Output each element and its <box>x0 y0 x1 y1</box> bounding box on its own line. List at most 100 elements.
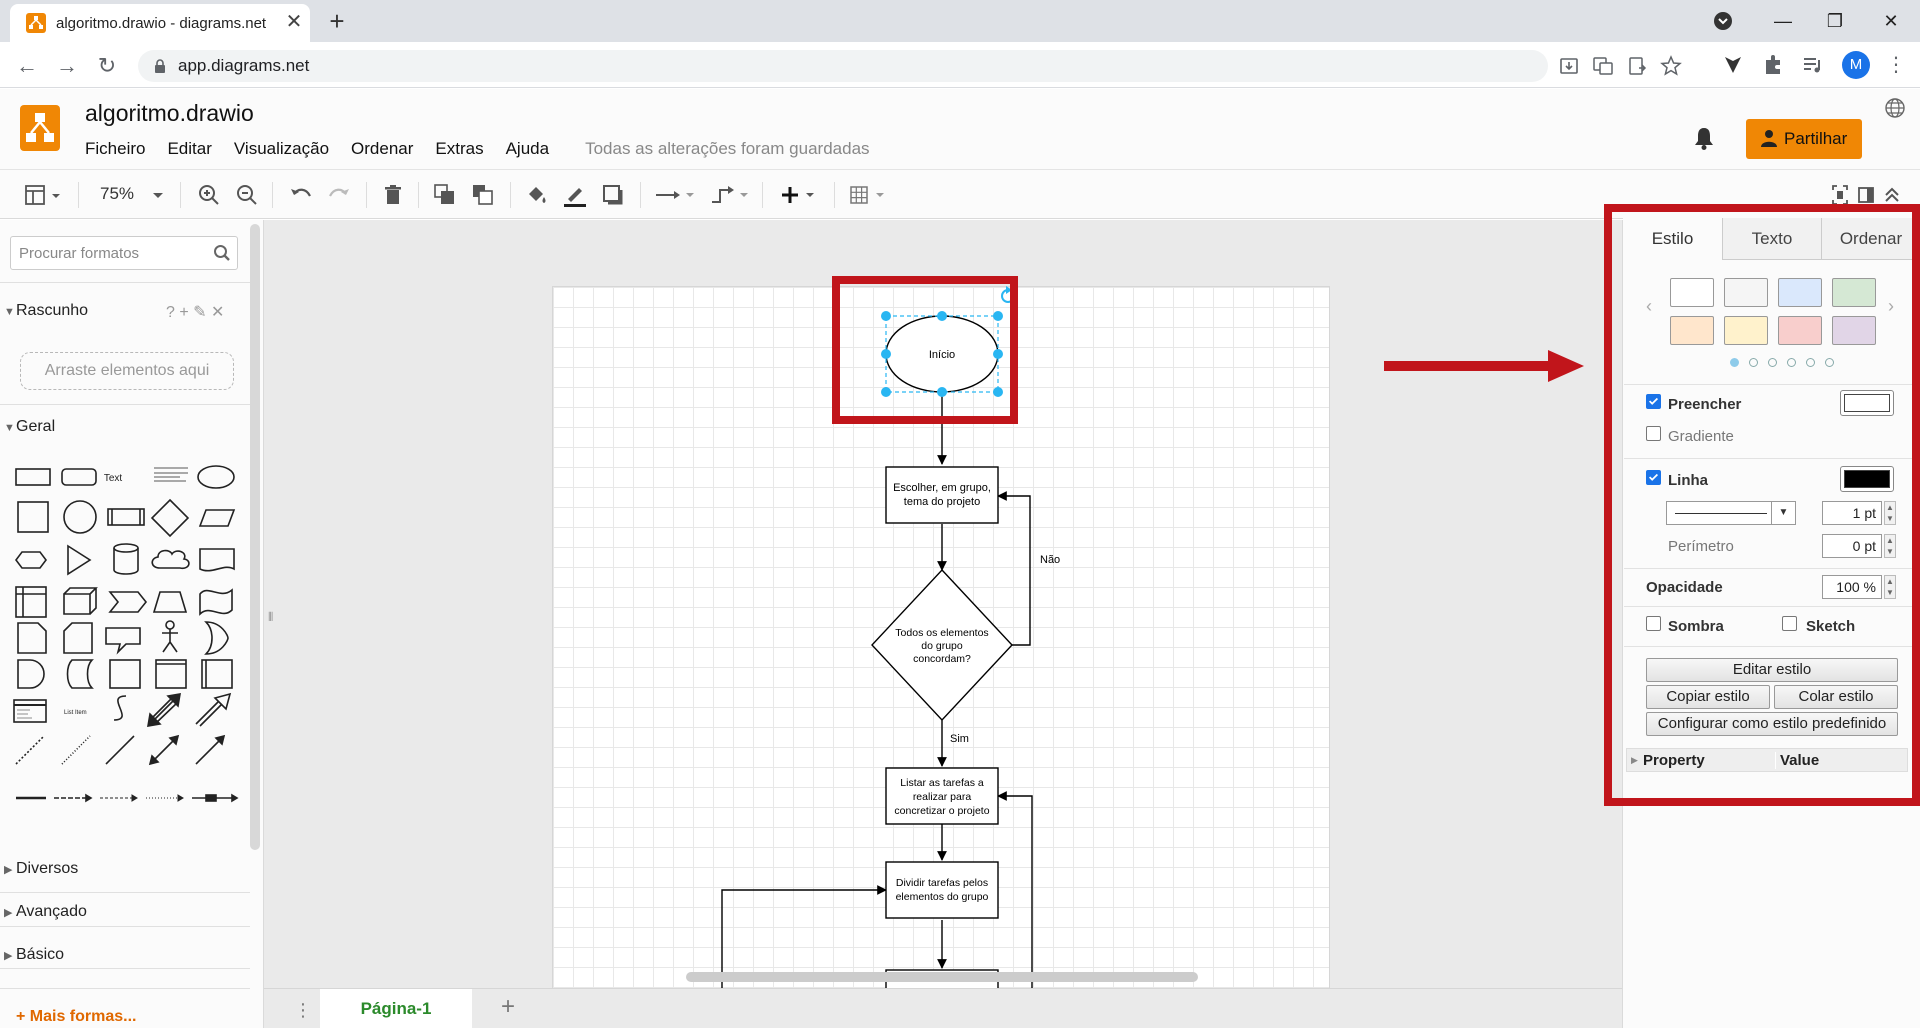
browser-menu-icon[interactable]: ⋮ <box>1884 50 1908 80</box>
shape-callout <box>105 627 141 655</box>
maximize-button[interactable]: ❐ <box>1812 4 1858 38</box>
fill-color-icon[interactable] <box>524 182 550 208</box>
node-step2-label-3: concretizar o projeto <box>894 805 989 817</box>
divider <box>0 282 250 283</box>
expanded-triangle-icon: ▼ <box>4 422 15 434</box>
add-page-button[interactable]: + <box>496 995 520 1021</box>
canvas-horizontal-scrollbar[interactable] <box>686 972 1198 982</box>
user-icon <box>1761 130 1777 147</box>
save-status[interactable]: Todas as alterações foram guardadas <box>585 139 869 159</box>
menu-editar[interactable]: Editar <box>167 139 221 159</box>
browser-tab-title: algoritmo.drawio - diagrams.net <box>56 15 267 32</box>
waypoints-icon[interactable] <box>708 182 752 208</box>
node-step1-label-1: Escolher, em grupo, <box>893 482 991 494</box>
reload-icon[interactable]: ↻ <box>90 49 124 83</box>
lock-icon <box>155 59 165 73</box>
insert-plus-icon[interactable] <box>778 182 822 208</box>
edge-loop-right <box>997 791 1033 988</box>
extensions-puzzle-icon[interactable] <box>1758 50 1788 80</box>
page-tab-1[interactable]: Página-1 <box>320 989 472 1028</box>
new-tab-button[interactable]: + <box>322 8 352 36</box>
sidebar-scrollbar[interactable] <box>250 224 260 850</box>
edge-no-label: Não <box>1040 554 1060 566</box>
general-header[interactable]: ▼Geral <box>4 418 55 436</box>
toolbar-separator <box>78 182 79 208</box>
collapsed-triangle-icon: ▶ <box>4 907 13 919</box>
shape-listitem: List Item <box>64 710 87 716</box>
minimize-button[interactable]: — <box>1760 4 1806 38</box>
toolbar-separator <box>510 182 511 208</box>
redo-icon[interactable] <box>326 182 352 208</box>
search-icon[interactable] <box>213 244 231 262</box>
node-decision-label-3: concordam? <box>913 653 971 665</box>
section-diversos-label: Diversos <box>16 860 79 877</box>
shape-ellipse <box>197 465 235 489</box>
shape-bidirectional-arrow <box>147 693 181 727</box>
language-globe-icon[interactable] <box>1884 97 1906 119</box>
install-app-icon[interactable] <box>1556 54 1582 78</box>
pages-menu-icon[interactable]: ⋮ <box>294 999 312 1021</box>
shape-card <box>63 622 93 654</box>
more-shapes-link[interactable]: + Mais formas... <box>16 1008 137 1026</box>
shape-directional-connector <box>195 734 226 765</box>
section-diversos[interactable]: ▶ Diversos <box>4 860 78 878</box>
node-step2-label-1: Listar as tarefas a <box>900 777 984 789</box>
section-avancado[interactable]: ▶ Avançado <box>4 903 87 921</box>
table-icon[interactable] <box>848 182 892 208</box>
shape-cylinder <box>113 543 139 575</box>
zoom-level[interactable]: 75% <box>100 184 134 204</box>
notification-bell-icon[interactable] <box>1692 125 1716 151</box>
tab-search-icon[interactable] <box>1712 10 1734 32</box>
scratchpad-header[interactable]: ▼Rascunho <box>4 302 88 320</box>
zoom-out-icon[interactable] <box>234 182 260 208</box>
toolbar-separator <box>180 182 181 208</box>
share-button-label: Partilhar <box>1784 129 1848 148</box>
connection-style-icon[interactable] <box>654 182 698 208</box>
menu-extras[interactable]: Extras <box>435 139 493 159</box>
shape-square <box>17 501 49 533</box>
media-playlist-icon[interactable] <box>1798 50 1828 80</box>
expanded-triangle-icon: ▼ <box>4 306 15 318</box>
shape-arrow <box>195 692 232 727</box>
view-panels-icon[interactable] <box>24 182 64 208</box>
profile-avatar[interactable]: M <box>1842 51 1870 79</box>
menu-visualizacao[interactable]: Visualização <box>234 139 339 159</box>
browser-tab[interactable]: algoritmo.drawio - diagrams.net ✕ <box>10 4 310 42</box>
share-button[interactable]: Partilhar <box>1746 119 1862 159</box>
translate-icon[interactable] <box>1590 54 1616 78</box>
section-basico[interactable]: ▶ Básico <box>4 946 64 964</box>
zoom-in-icon[interactable] <box>196 182 222 208</box>
diagram-canvas[interactable]: ⦀ Início Escolher, em grupo, tema do pro… <box>264 220 1622 988</box>
extension-shield-icon[interactable] <box>1718 50 1748 80</box>
forward-icon[interactable]: → <box>50 49 84 83</box>
back-icon[interactable]: ← <box>10 49 44 83</box>
window-close-button[interactable]: ✕ <box>1868 4 1914 38</box>
search-shapes-input[interactable]: Procurar formatos <box>10 236 238 270</box>
shape-list <box>13 699 47 723</box>
tab-close-icon[interactable]: ✕ <box>282 10 306 34</box>
zoom-dropdown-icon[interactable] <box>150 182 166 208</box>
scratchpad-tools[interactable]: ? + ✎ ✕ <box>166 302 224 322</box>
collapsed-triangle-icon: ▶ <box>4 864 13 876</box>
shape-internal-storage <box>15 586 47 618</box>
menu-ajuda[interactable]: Ajuda <box>506 139 559 159</box>
scratchpad-drop-zone[interactable]: Arraste elementos aqui <box>20 352 234 390</box>
share-page-icon[interactable] <box>1624 54 1650 78</box>
divider <box>0 892 250 893</box>
bookmark-star-icon[interactable] <box>1658 54 1684 78</box>
menu-ordenar[interactable]: Ordenar <box>351 139 423 159</box>
delete-trash-icon[interactable] <box>380 182 406 208</box>
shape-triangle <box>67 544 92 576</box>
document-title[interactable]: algoritmo.drawio <box>85 100 254 127</box>
shape-note <box>17 622 47 654</box>
undo-icon[interactable] <box>288 182 314 208</box>
shadow-icon[interactable] <box>600 182 626 208</box>
address-bar[interactable]: app.diagrams.net <box>138 50 1682 82</box>
to-front-icon[interactable] <box>432 182 458 208</box>
toolbar-separator <box>272 182 273 208</box>
menu-ficheiro[interactable]: Ficheiro <box>85 139 155 159</box>
node-decision-label-1: Todos os elementos <box>895 627 988 639</box>
line-color-icon[interactable] <box>562 182 588 208</box>
to-back-icon[interactable] <box>470 182 496 208</box>
toolbar-separator <box>762 182 763 208</box>
